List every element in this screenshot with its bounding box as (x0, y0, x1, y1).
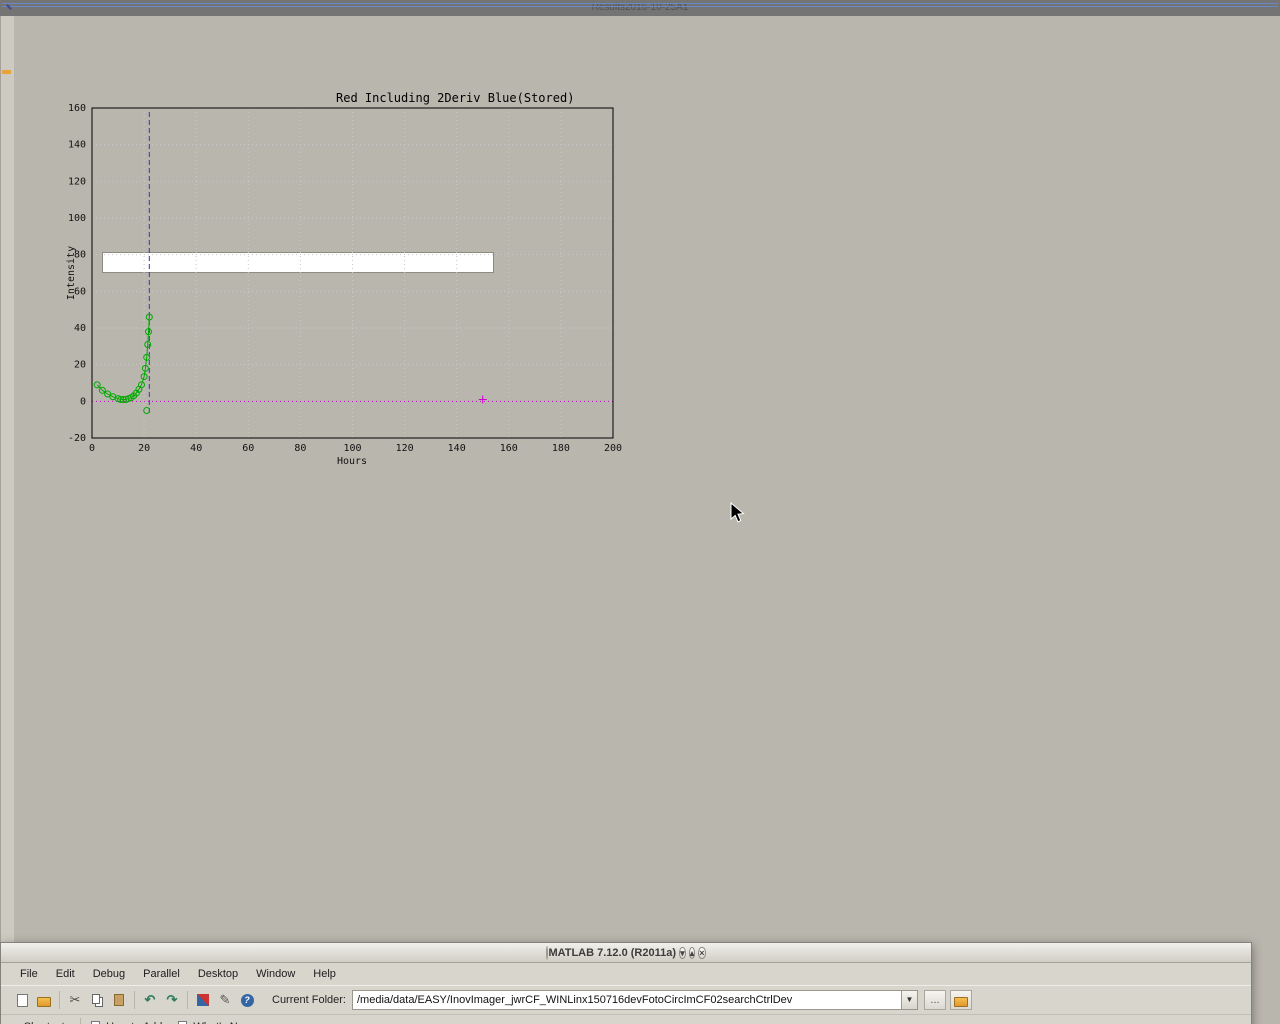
screen: Results2016-10-25A1 MATLAB 7.12.0 (R2011… (0, 0, 1280, 1024)
svg-text:20: 20 (74, 360, 86, 371)
close-button[interactable]: × (698, 947, 705, 959)
figure-plot: -200204060801001201401600204060801001201… (0, 0, 686, 484)
svg-text:140: 140 (448, 443, 466, 454)
copy-icon[interactable] (86, 989, 108, 1011)
svg-text:100: 100 (343, 443, 361, 454)
matlab-window-title: MATLAB 7.12.0 (R2011a) (548, 947, 676, 959)
browse-folder-button[interactable]: ... (924, 990, 946, 1010)
help-icon[interactable]: ? (236, 989, 258, 1011)
cut-icon[interactable] (64, 989, 86, 1011)
svg-text:160: 160 (68, 103, 86, 114)
x-axis-label: Hours (337, 456, 367, 467)
svg-text:20: 20 (138, 443, 150, 454)
y-axis-label: Intensity (66, 246, 77, 300)
svg-text:0: 0 (80, 396, 86, 407)
minimize-button[interactable]: ▾ (679, 947, 686, 959)
shortcuts-bar: » Shortcuts How to Add What's New (1, 1015, 1251, 1024)
current-folder-path-combo[interactable]: /media/data/EASY/InovImager_jwrCF_WINLin… (352, 990, 918, 1010)
svg-text:120: 120 (396, 443, 414, 454)
current-folder-path: /media/data/EASY/InovImager_jwrCF_WINLin… (353, 994, 901, 1006)
shortcut-whats-new[interactable]: What's New (193, 1021, 251, 1024)
svg-text:100: 100 (68, 213, 86, 224)
maximize-button[interactable]: ▴ (689, 947, 696, 959)
plot-title: Red Including 2Deriv Blue(Stored) (336, 91, 574, 105)
svg-text:-20: -20 (68, 433, 86, 444)
svg-text:40: 40 (190, 443, 202, 454)
matlab-titlebar[interactable]: MATLAB 7.12.0 (R2011a) ▾ ▴ × (1, 943, 1251, 963)
paste-icon[interactable] (108, 989, 130, 1011)
shortcuts-label: Shortcuts (24, 1021, 70, 1024)
undo-icon[interactable] (139, 989, 161, 1011)
svg-text:160: 160 (500, 443, 518, 454)
svg-text:0: 0 (89, 443, 95, 454)
redo-icon[interactable] (161, 989, 183, 1011)
svg-text:200: 200 (604, 443, 622, 454)
menu-item[interactable]: Edit (47, 965, 84, 983)
menubar: FileEditDebugParallelDesktopWindowHelp (1, 963, 1251, 985)
svg-text:120: 120 (68, 176, 86, 187)
menu-item[interactable]: Window (247, 965, 304, 983)
guide-icon[interactable] (214, 989, 236, 1011)
svg-text:140: 140 (68, 140, 86, 151)
main-toolbar: ? Current Folder: /media/data/EASY/InovI… (1, 985, 1251, 1015)
new-script-icon[interactable] (11, 989, 33, 1011)
menu-item[interactable]: Desktop (189, 965, 247, 983)
up-folder-icon[interactable] (950, 990, 972, 1010)
svg-text:60: 60 (242, 443, 254, 454)
svg-text:40: 40 (74, 323, 86, 334)
menu-item[interactable]: Parallel (134, 965, 189, 983)
current-folder-label: Current Folder: (272, 994, 346, 1006)
menu-item[interactable]: Debug (84, 965, 134, 983)
menu-item[interactable]: Help (304, 965, 345, 983)
menu-item[interactable]: File (11, 965, 47, 983)
chevron-down-icon[interactable]: ▼ (901, 991, 917, 1009)
matlab-window: MATLAB 7.12.0 (R2011a) ▾ ▴ × FileEditDeb… (0, 942, 1252, 1024)
svg-text:80: 80 (294, 443, 306, 454)
simulink-icon[interactable] (192, 989, 214, 1011)
shortcuts-icon: » (11, 1020, 18, 1024)
svg-text:180: 180 (552, 443, 570, 454)
shortcut-how-to-add[interactable]: How to Add (106, 1021, 162, 1024)
open-folder-icon[interactable] (33, 989, 55, 1011)
mouse-cursor (730, 502, 746, 524)
